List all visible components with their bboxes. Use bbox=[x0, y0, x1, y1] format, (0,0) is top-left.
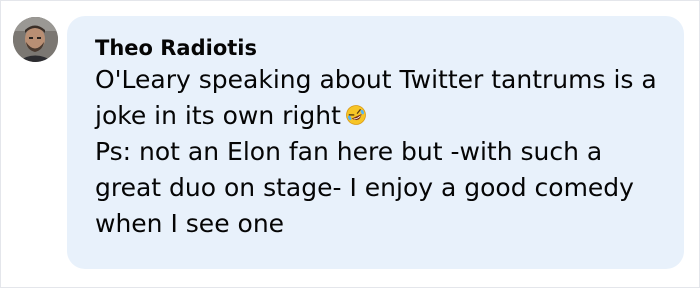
author-name[interactable]: Theo Radiotis bbox=[95, 36, 257, 60]
comment-line-1-text: O'Leary speaking about Twitter tantrums … bbox=[95, 65, 657, 130]
avatar-photo-icon bbox=[13, 17, 58, 62]
comment-text: O'Leary speaking about Twitter tantrums … bbox=[95, 62, 670, 242]
rolling-on-floor-laughing-emoji-icon bbox=[345, 104, 367, 126]
comment-line-2: Ps: not an Elon fan here but -with such … bbox=[95, 137, 634, 238]
comment-card: Theo Radiotis O'Leary speaking about Twi… bbox=[0, 0, 700, 288]
comment-bubble: Theo Radiotis O'Leary speaking about Twi… bbox=[67, 16, 684, 269]
comment-line-1: O'Leary speaking about Twitter tantrums … bbox=[95, 62, 670, 134]
avatar[interactable] bbox=[13, 17, 58, 62]
